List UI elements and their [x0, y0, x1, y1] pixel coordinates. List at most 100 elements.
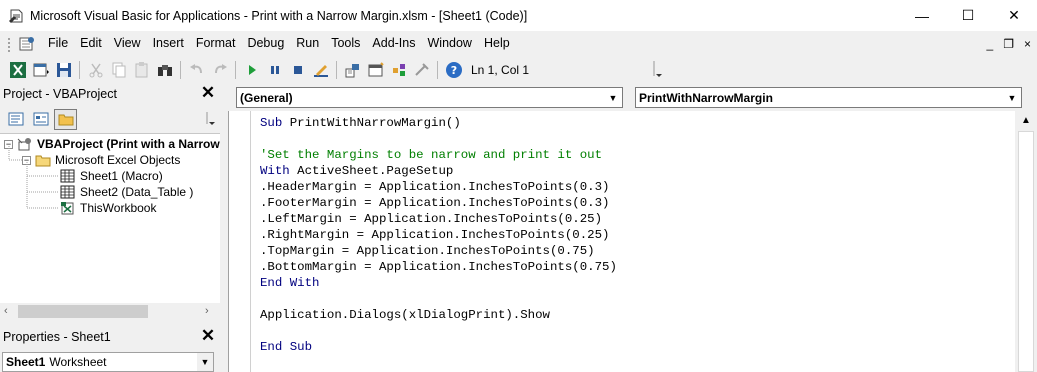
view-object-button[interactable]	[29, 109, 52, 130]
code-line[interactable]: .HeaderMargin = Application.InchesToPoin…	[260, 179, 609, 195]
mdi-controls: _ ❐ ×	[987, 31, 1031, 56]
code-line[interactable]: .BottomMargin = Application.InchesToPoin…	[260, 259, 617, 275]
code-line[interactable]: .LeftMargin = Application.InchesToPoints…	[260, 211, 602, 227]
minimize-button[interactable]: —	[899, 0, 945, 31]
insert-form-icon	[33, 63, 49, 76]
properties-panel-close-icon[interactable]: ✕	[199, 327, 217, 345]
maximize-button[interactable]: ☐	[945, 0, 991, 31]
properties-window-button[interactable]	[364, 58, 387, 81]
code-line[interactable]: With ActiveSheet.PageSetup	[260, 163, 453, 179]
toolbox-button[interactable]	[410, 58, 433, 81]
object-browser-icon	[392, 63, 405, 76]
procedure-combo-value: PrintWithNarrowMargin	[639, 90, 773, 105]
scroll-thumb[interactable]	[18, 305, 148, 318]
toolbar-separator	[437, 60, 438, 79]
code-text: .FooterMargin = Application.InchesToPoin…	[260, 196, 610, 210]
scroll-right-icon[interactable]: ›	[205, 305, 209, 317]
menu-tools[interactable]: Tools	[325, 31, 366, 56]
toolbar-options-icon[interactable]	[652, 58, 664, 80]
properties-panel-title: Properties - Sheet1	[3, 330, 111, 344]
project-explorer-icon	[345, 63, 359, 77]
code-text: ActiveSheet.PageSetup	[289, 164, 454, 178]
chevron-down-icon[interactable]: ▼	[197, 353, 213, 371]
menu-run[interactable]: Run	[290, 31, 325, 56]
menu-window[interactable]: Window	[422, 31, 478, 56]
code-vertical-scrollbar[interactable]: ▲	[1015, 111, 1037, 372]
mdi-restore-button[interactable]: ❐	[1003, 37, 1014, 51]
toolbar-separator	[180, 60, 181, 79]
menu-file[interactable]: File	[42, 31, 74, 56]
reset-button[interactable]	[286, 58, 309, 81]
properties-panel-header: Properties - Sheet1 ✕	[0, 326, 220, 348]
save-button[interactable]	[52, 58, 75, 81]
procedure-combo[interactable]: PrintWithNarrowMargin ▼	[635, 87, 1022, 108]
project-explorer-button[interactable]	[341, 58, 364, 81]
object-browser-button[interactable]	[387, 58, 410, 81]
code-text: .TopMargin = Application.InchesToPoints(…	[260, 244, 595, 258]
undo-icon	[189, 63, 202, 73]
copy-button[interactable]	[107, 58, 130, 81]
scroll-left-icon[interactable]: ‹	[4, 305, 8, 317]
code-line[interactable]: End Sub	[260, 339, 312, 355]
design-mode-button[interactable]	[309, 58, 332, 81]
chevron-down-icon[interactable]: ▼	[1004, 89, 1020, 106]
view-excel-button[interactable]	[6, 58, 29, 81]
close-button[interactable]: ✕	[991, 0, 1037, 31]
project-horizontal-scrollbar[interactable]: ‹ ›	[0, 303, 220, 320]
code-text: .HeaderMargin = Application.InchesToPoin…	[260, 180, 610, 194]
project-panel-close-icon[interactable]: ✕	[199, 84, 217, 102]
view-code-button[interactable]	[4, 109, 27, 130]
properties-icon	[368, 61, 384, 76]
menu-add-ins[interactable]: Add-Ins	[366, 31, 421, 56]
menu-debug[interactable]: Debug	[241, 31, 290, 56]
code-line[interactable]: Application.Dialogs(xlDialogPrint).Show	[260, 307, 550, 323]
object-combo[interactable]: (General) ▼	[236, 87, 623, 108]
stop-icon	[293, 65, 302, 74]
standard-toolbar: ? Ln 1, Col 1	[0, 56, 665, 83]
menu-format[interactable]: Format	[190, 31, 242, 56]
code-line[interactable]: 'Set the Margins to be narrow and print …	[260, 147, 602, 163]
paste-icon	[135, 61, 147, 77]
toggle-folders-button[interactable]	[54, 108, 77, 130]
menu-view[interactable]: View	[108, 31, 147, 56]
grip-icon	[8, 37, 10, 52]
pane-splitter[interactable]	[220, 83, 228, 372]
view-object-icon	[33, 112, 48, 126]
break-button[interactable]	[263, 58, 286, 81]
run-icon	[248, 64, 256, 75]
mdi-close-button[interactable]: ×	[1024, 37, 1031, 51]
run-button[interactable]	[240, 58, 263, 81]
code-editor[interactable]: Sub PrintWithNarrowMargin() 'Set the Marg…	[228, 111, 1015, 372]
excel-object-icon[interactable]	[18, 35, 36, 53]
panel-grip-icon[interactable]	[205, 110, 217, 130]
code-line[interactable]: .RightMargin = Application.InchesToPoint…	[260, 227, 609, 243]
menu-help[interactable]: Help	[478, 31, 516, 56]
cut-button[interactable]	[84, 58, 107, 81]
margin-indicator-bar[interactable]	[229, 111, 251, 372]
scroll-track[interactable]	[1018, 131, 1034, 372]
toolbar-strip	[665, 56, 1037, 83]
menu-insert[interactable]: Insert	[147, 31, 190, 56]
title-bar: Microsoft Visual Basic for Applications …	[0, 0, 1037, 31]
code-line[interactable]: .TopMargin = Application.InchesToPoints(…	[260, 243, 595, 259]
insert-userform-button[interactable]	[29, 58, 52, 81]
mdi-minimize-button[interactable]: _	[987, 37, 994, 51]
code-line[interactable]: Sub PrintWithNarrowMargin()	[260, 115, 461, 131]
help-button[interactable]: ?	[442, 58, 465, 81]
undo-button[interactable]	[185, 58, 208, 81]
scroll-up-icon[interactable]: ▲	[1015, 113, 1037, 129]
find-button[interactable]	[153, 58, 176, 81]
code-line[interactable]: End With	[260, 275, 320, 291]
redo-button[interactable]	[208, 58, 231, 81]
excel-icon	[9, 61, 26, 78]
code-keyword: Sub	[260, 116, 283, 130]
chevron-down-icon[interactable]: ▼	[605, 89, 621, 106]
paste-button[interactable]	[130, 58, 153, 81]
toolbar-separator	[235, 60, 236, 79]
properties-object-select[interactable]: Sheet1 Worksheet ▼	[2, 352, 214, 372]
toolbar-separator	[336, 60, 337, 79]
code-keyword: With	[260, 164, 290, 178]
redo-icon	[214, 63, 227, 73]
code-line[interactable]: .FooterMargin = Application.InchesToPoin…	[260, 195, 609, 211]
menu-edit[interactable]: Edit	[74, 31, 108, 56]
